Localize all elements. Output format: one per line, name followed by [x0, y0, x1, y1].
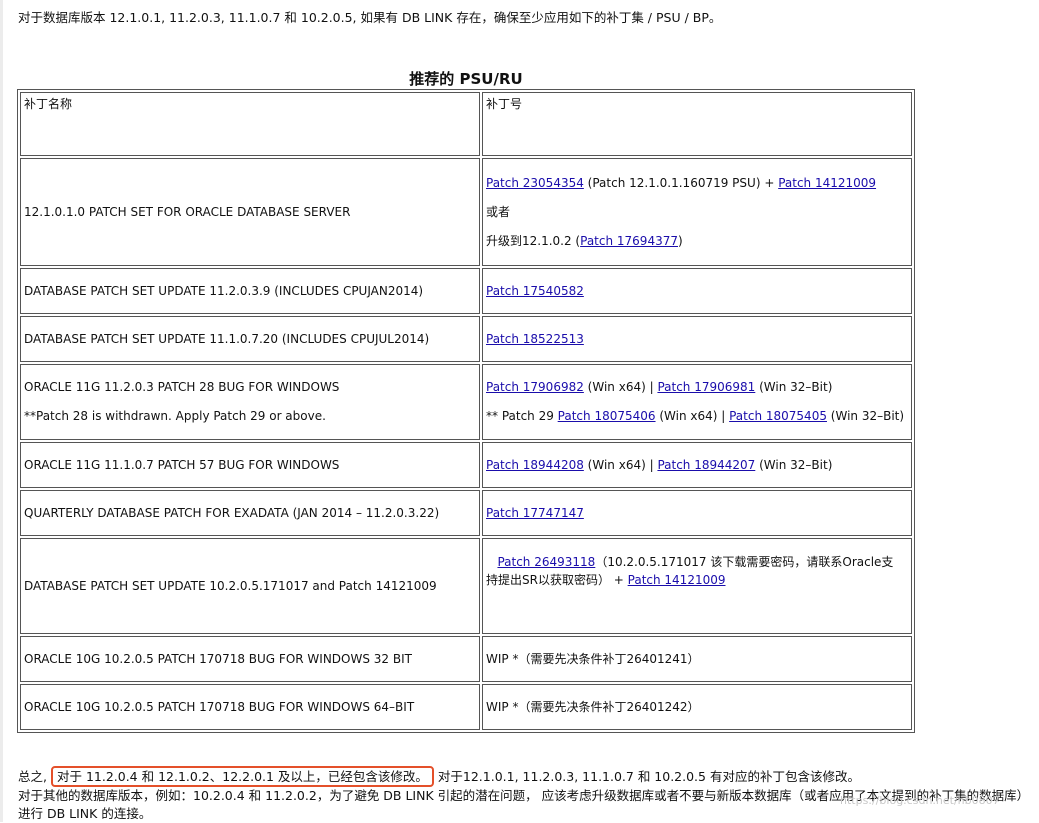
patch-link[interactable]: Patch 18944207	[657, 458, 755, 472]
patch-line: Patch 17906982 (Win x64) | Patch 1790698…	[486, 380, 908, 395]
table-caption: 推荐的 PSU/RU	[409, 70, 523, 88]
patch-number-cell: Patch 18522513	[482, 316, 912, 362]
table-row: DATABASE PATCH SET UPDATE 10.2.0.5.17101…	[20, 538, 912, 634]
summary-prefix: 总之,	[18, 769, 47, 784]
patch-number-cell: Patch 23054354 (Patch 12.1.0.1.160719 PS…	[482, 158, 912, 266]
table-row: DATABASE PATCH SET UPDATE 11.2.0.3.9 (IN…	[20, 268, 912, 314]
patch-link[interactable]: Patch 17694377	[580, 234, 678, 248]
patch-text: (Patch 12.1.0.1.160719 PSU) +	[583, 175, 779, 190]
table-header-row: 补丁名称 补丁号	[20, 92, 912, 156]
patch-note-text: **Patch 28 is withdrawn. Apply Patch 29 …	[24, 409, 326, 423]
header-patch-number: 补丁号	[482, 92, 912, 156]
intro-text: 对于数据库版本 12.1.0.1, 11.2.0.3, 11.1.0.7 和 1…	[18, 10, 722, 25]
patch-text: (Win 32–Bit)	[755, 380, 833, 394]
patch-link[interactable]: Patch 18075406	[558, 409, 656, 423]
patch-name-cell: DATABASE PATCH SET UPDATE 11.1.0.7.20 (I…	[20, 316, 480, 362]
patch-text: (Win 32–Bit)	[826, 409, 905, 423]
table-row: ORACLE 10G 10.2.0.5 PATCH 170718 BUG FOR…	[20, 636, 912, 682]
watermark: https://blog.csdn.net/hb0807	[840, 794, 1000, 807]
patch-text: （10.2.0.5.171017 该下载需要密码，请联系Oracle支	[595, 555, 894, 569]
patch-text: ** Patch 29	[486, 409, 558, 423]
table-row: ORACLE 11G 11.1.0.7 PATCH 57 BUG FOR WIN…	[20, 442, 912, 488]
patch-number-cell: Patch 17540582	[482, 268, 912, 314]
table-row: 12.1.0.1.0 PATCH SET FOR ORACLE DATABASE…	[20, 158, 912, 266]
patch-number-cell: WIP *（需要先决条件补丁26401242）	[482, 684, 912, 730]
patch-name-cell: ORACLE 11G 11.1.0.7 PATCH 57 BUG FOR WIN…	[20, 442, 480, 488]
patch-text: (Win 32–Bit)	[755, 457, 833, 472]
table-row: ORACLE 11G 11.2.0.3 PATCH 28 BUG FOR WIN…	[20, 364, 912, 440]
left-rule	[0, 0, 3, 822]
patch-line: 持提出SR以获取密码） + Patch 14121009	[486, 571, 908, 589]
patch-text: (Win x64) |	[583, 457, 658, 472]
patch-link[interactable]: Patch 18944208	[486, 458, 584, 472]
patch-number-cell: Patch 26493118（10.2.0.5.171017 该下载需要密码，请…	[482, 538, 912, 634]
patch-name-cell: 12.1.0.1.0 PATCH SET FOR ORACLE DATABASE…	[20, 158, 480, 266]
table-row: QUARTERLY DATABASE PATCH FOR EXADATA (JA…	[20, 490, 912, 536]
patch-line: Patch 26493118（10.2.0.5.171017 该下载需要密码，请…	[486, 553, 908, 571]
table-row: ORACLE 10G 10.2.0.5 PATCH 170718 BUG FOR…	[20, 684, 912, 730]
patch-text: 升级到12.1.0.2 (	[486, 233, 581, 248]
summary-suffix: 对于12.1.0.1, 11.2.0.3, 11.1.0.7 和 10.2.0.…	[437, 769, 860, 784]
patch-text: (Win x64) |	[583, 380, 658, 394]
patch-table: 补丁名称 补丁号 12.1.0.1.0 PATCH SET FOR ORACLE…	[17, 89, 915, 733]
patch-link[interactable]: Patch 17540582	[486, 284, 584, 298]
patch-text: )	[677, 233, 683, 248]
patch-link[interactable]: Patch 14121009	[628, 573, 726, 587]
patch-link[interactable]: Patch 18522513	[486, 332, 584, 346]
patch-name-cell: ORACLE 10G 10.2.0.5 PATCH 170718 BUG FOR…	[20, 636, 480, 682]
patch-number-cell: Patch 18944208 (Win x64) | Patch 1894420…	[482, 442, 912, 488]
patch-name-text: ORACLE 11G 11.2.0.3 PATCH 28 BUG FOR WIN…	[24, 380, 340, 394]
patch-name-cell: DATABASE PATCH SET UPDATE 10.2.0.5.17101…	[20, 538, 480, 634]
patch-text: 持提出SR以获取密码） +	[486, 573, 628, 587]
patch-number-cell: WIP *（需要先决条件补丁26401241）	[482, 636, 912, 682]
patch-line: 升级到12.1.0.2 (Patch 17694377)	[486, 234, 908, 249]
patch-name-cell: QUARTERLY DATABASE PATCH FOR EXADATA (JA…	[20, 490, 480, 536]
patch-name-cell: ORACLE 11G 11.2.0.3 PATCH 28 BUG FOR WIN…	[20, 364, 480, 440]
patch-link[interactable]: Patch 23054354	[486, 176, 584, 190]
patch-text: (Win x64) |	[655, 409, 730, 423]
patch-line: ** Patch 29 Patch 18075406 (Win x64) | P…	[486, 409, 908, 424]
patch-number-cell: Patch 17906982 (Win x64) | Patch 1790698…	[482, 364, 912, 440]
patch-link[interactable]: Patch 18075405	[729, 409, 827, 423]
patch-number-cell: Patch 17747147	[482, 490, 912, 536]
patch-name-cell: DATABASE PATCH SET UPDATE 11.2.0.3.9 (IN…	[20, 268, 480, 314]
patch-line: Patch 23054354 (Patch 12.1.0.1.160719 PS…	[486, 176, 908, 191]
patch-link[interactable]: Patch 26493118	[497, 555, 595, 569]
patch-link[interactable]: Patch 17906982	[486, 380, 584, 394]
table-row: DATABASE PATCH SET UPDATE 11.1.0.7.20 (I…	[20, 316, 912, 362]
patch-link[interactable]: Patch 17747147	[486, 506, 584, 520]
patch-or-text: 或者	[486, 204, 511, 219]
header-patch-name: 补丁名称	[20, 92, 480, 156]
highlighted-note: 对于 11.2.0.4 和 12.1.0.2、12.2.0.1 及以上，已经包含…	[50, 766, 434, 787]
patch-name-cell: ORACLE 10G 10.2.0.5 PATCH 170718 BUG FOR…	[20, 684, 480, 730]
patch-link[interactable]: Patch 17906981	[657, 380, 755, 394]
patch-link[interactable]: Patch 14121009	[778, 176, 876, 190]
summary-line: 总之, 对于 11.2.0.4 和 12.1.0.2、12.2.0.1 及以上，…	[18, 766, 860, 787]
